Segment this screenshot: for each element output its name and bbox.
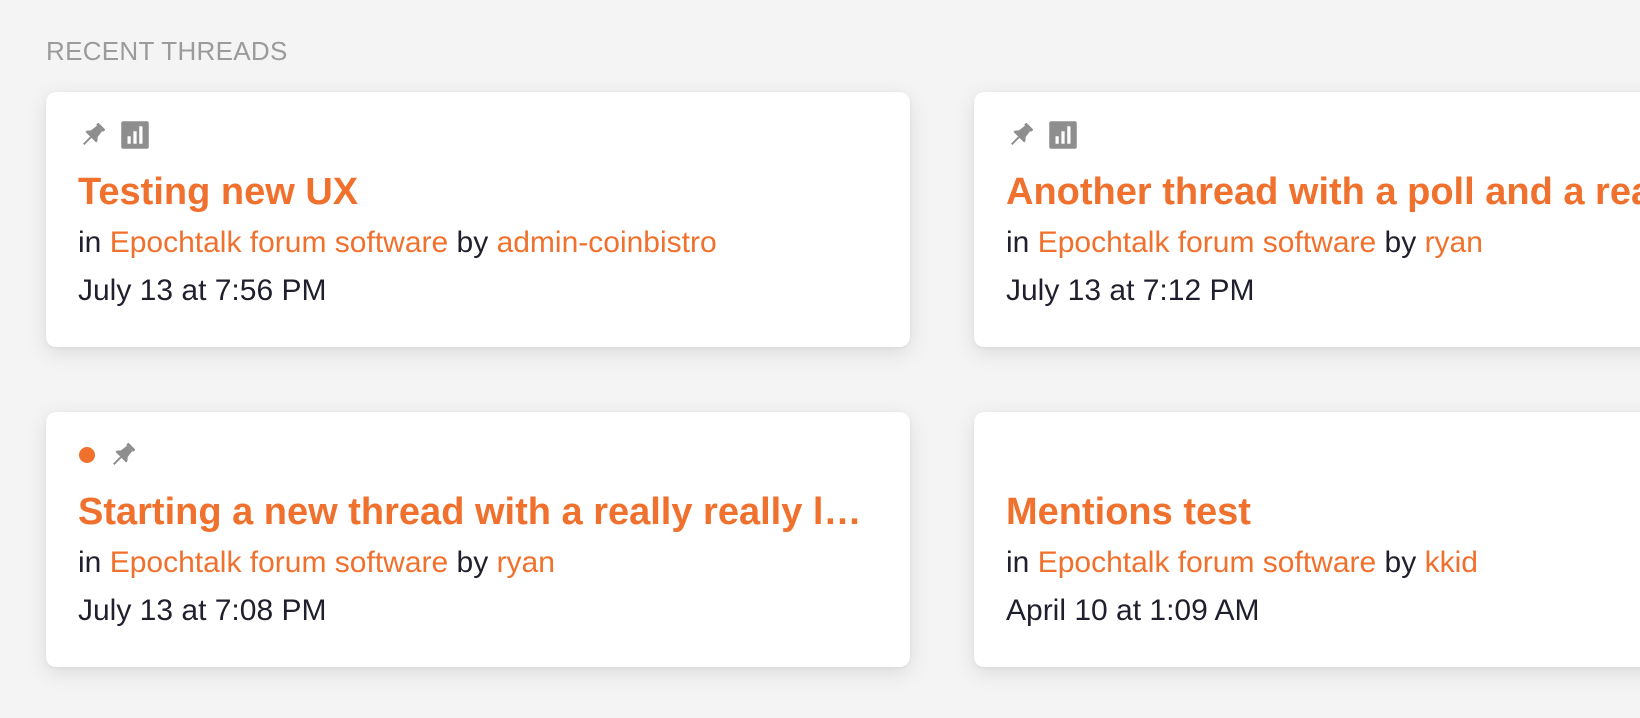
author-link[interactable]: admin-coinbistro (497, 226, 717, 259)
thread-icons (1006, 120, 1640, 150)
board-link[interactable]: Epochtalk forum software (1038, 546, 1376, 579)
thread-title-link[interactable]: Another thread with a poll and a rea (1006, 170, 1640, 214)
thread-meta: in Epochtalk forum software by kkid (1006, 544, 1640, 582)
thread-date: July 13 at 7:12 PM (1006, 274, 1255, 307)
by-label: by (1384, 226, 1417, 259)
recent-threads-page: RECENT THREADS Testing new UX in Epochta… (0, 0, 1640, 718)
thread-title-link[interactable]: Starting a new thread with a really real… (78, 490, 878, 534)
thread-meta: in Epochtalk forum software by ryan (78, 544, 878, 582)
board-link[interactable]: Epochtalk forum software (110, 546, 448, 579)
section-title: RECENT THREADS (46, 36, 288, 66)
by-label: by (456, 226, 489, 259)
pin-icon (78, 120, 108, 150)
thread-title-link[interactable]: Testing new UX (78, 170, 878, 214)
thread-meta: in Epochtalk forum software by ryan (1006, 224, 1640, 262)
thread-card[interactable]: Testing new UX in Epochtalk forum softwa… (46, 92, 910, 347)
thread-card[interactable]: Starting a new thread with a really real… (46, 412, 910, 667)
poll-icon (1048, 120, 1078, 150)
thread-icons (1006, 440, 1640, 470)
unread-dot-icon (78, 446, 96, 464)
thread-meta: in Epochtalk forum software by admin-coi… (78, 224, 878, 262)
by-label: by (1384, 546, 1417, 579)
in-label: in (1006, 546, 1030, 579)
thread-date: July 13 at 7:56 PM (78, 274, 327, 307)
author-link[interactable]: ryan (1425, 226, 1483, 259)
thread-card[interactable]: Mentions test in Epochtalk forum softwar… (974, 412, 1640, 667)
board-link[interactable]: Epochtalk forum software (1038, 226, 1376, 259)
thread-date: July 13 at 7:08 PM (78, 594, 327, 627)
thread-title-link[interactable]: Mentions test (1006, 490, 1640, 534)
author-link[interactable]: ryan (497, 546, 555, 579)
poll-icon (120, 120, 150, 150)
author-link[interactable]: kkid (1425, 546, 1478, 579)
in-label: in (1006, 226, 1030, 259)
pin-icon (108, 440, 138, 470)
pin-icon (1006, 120, 1036, 150)
thread-date: April 10 at 1:09 AM (1006, 594, 1260, 627)
thread-icons (78, 440, 878, 470)
board-link[interactable]: Epochtalk forum software (110, 226, 448, 259)
by-label: by (456, 546, 489, 579)
in-label: in (78, 226, 102, 259)
in-label: in (78, 546, 102, 579)
thread-card[interactable]: Another thread with a poll and a rea in … (974, 92, 1640, 347)
thread-icons (78, 120, 878, 150)
